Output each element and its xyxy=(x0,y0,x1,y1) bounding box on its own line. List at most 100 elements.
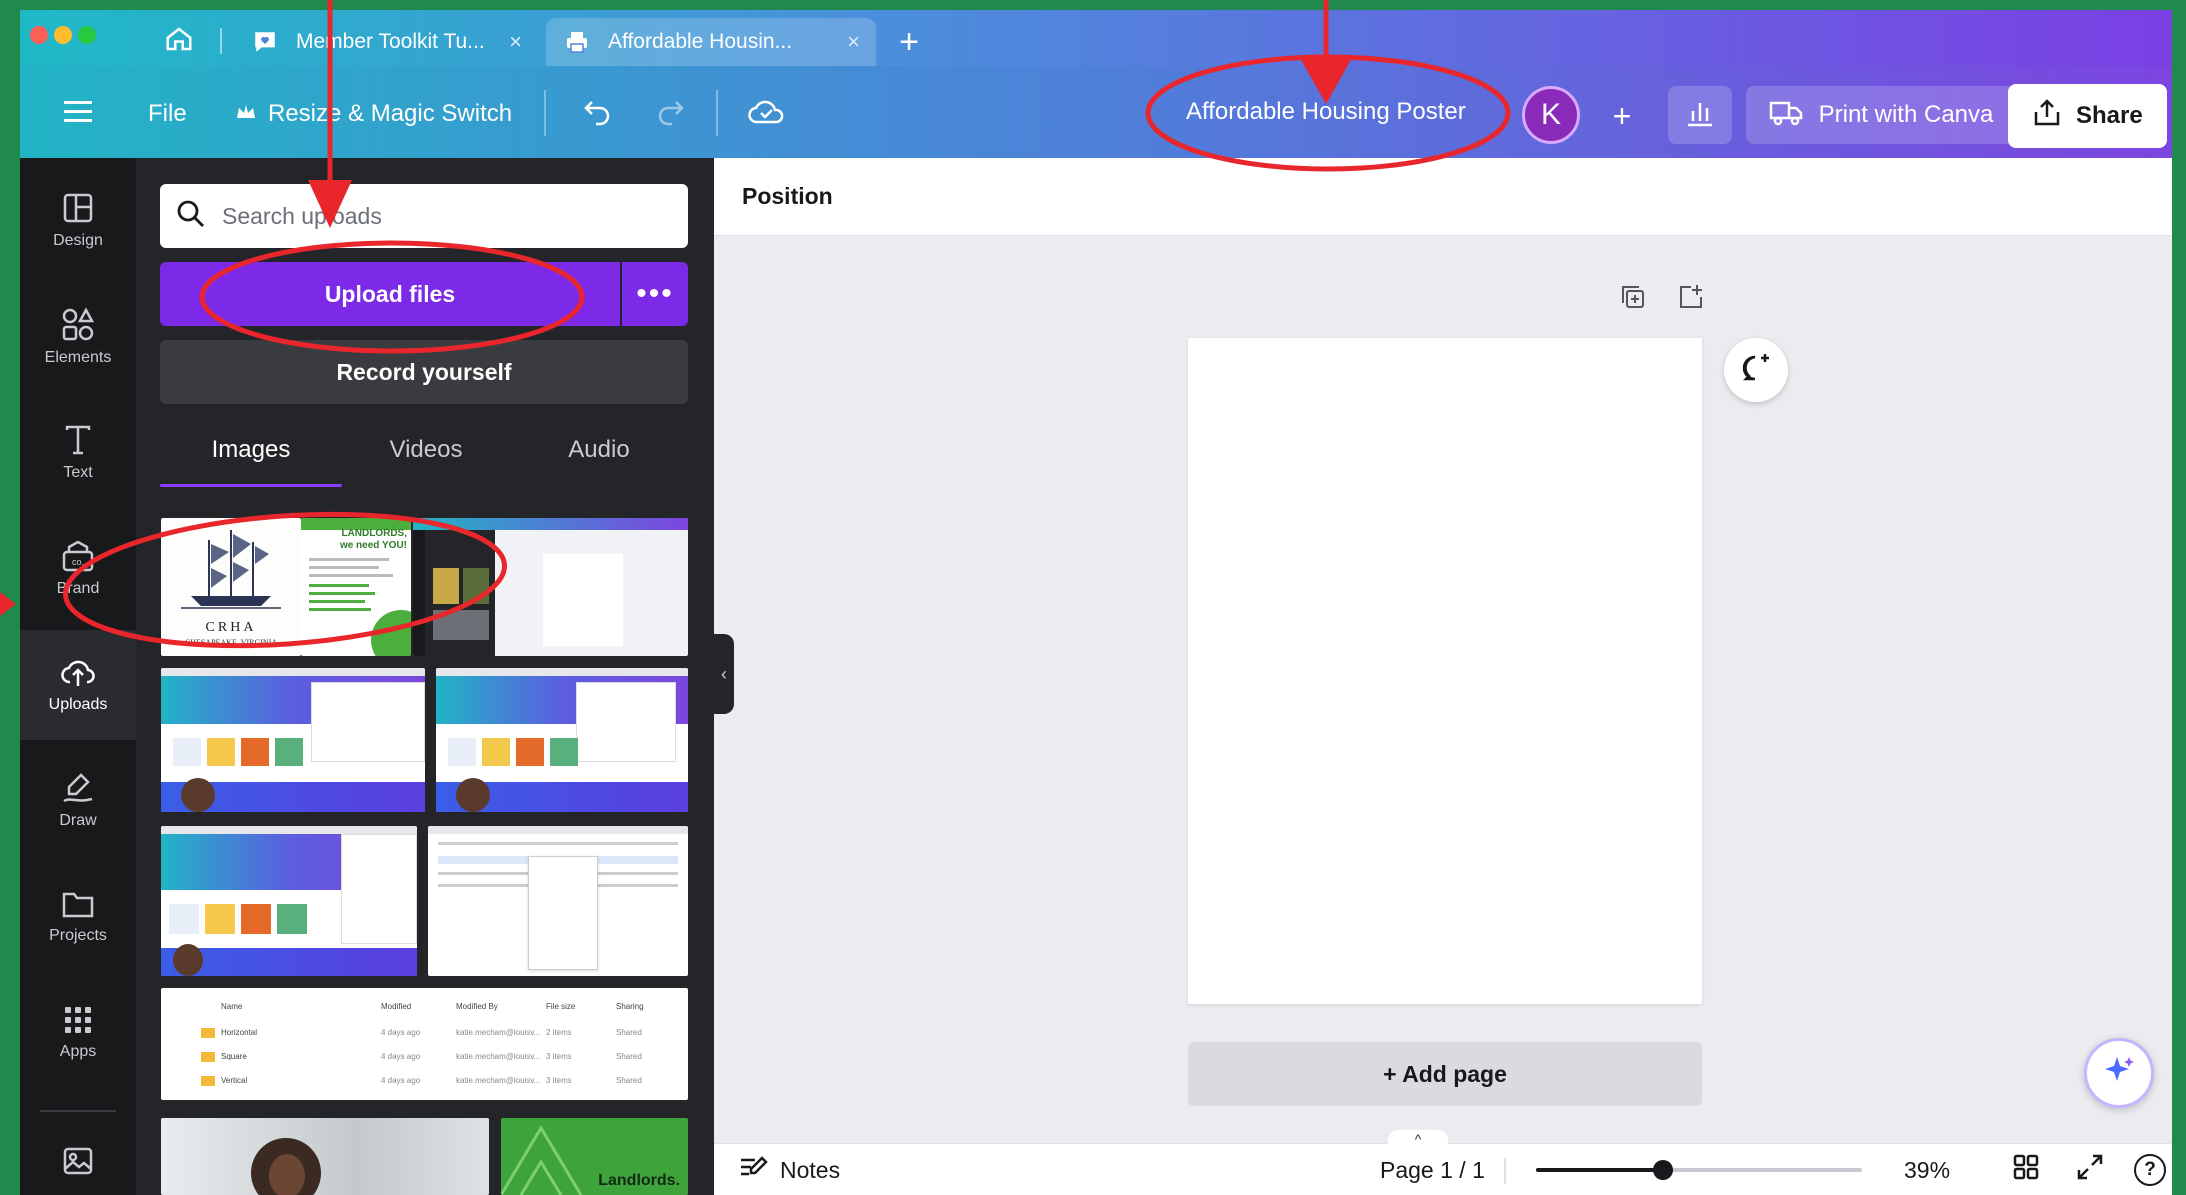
duplicate-icon xyxy=(1619,283,1647,316)
cloud-upload-icon xyxy=(61,660,95,686)
design-title[interactable]: Affordable Housing Poster xyxy=(1186,88,1466,136)
close-window-button[interactable] xyxy=(30,26,48,44)
search-input[interactable] xyxy=(222,202,662,230)
invite-button[interactable]: + xyxy=(1600,94,1644,138)
file-row-size: 2 items xyxy=(546,1028,572,1037)
print-with-canva-button[interactable]: Print with Canva xyxy=(1746,86,2016,144)
tab-close-icon[interactable]: × xyxy=(509,29,522,55)
browser-tab-member-toolkit[interactable]: Member Toolkit Tu... × xyxy=(234,18,538,66)
share-button[interactable]: Share xyxy=(2008,84,2167,148)
pen-icon xyxy=(63,773,93,803)
user-avatar[interactable]: K xyxy=(1522,86,1580,144)
zoom-percent[interactable]: 39% xyxy=(1904,1144,1950,1195)
save-status-button[interactable] xyxy=(742,90,790,138)
upload-options-button[interactable]: ••• xyxy=(622,262,688,326)
rail-item-design[interactable]: Design xyxy=(20,166,136,276)
tab-label: Affordable Housin... xyxy=(608,30,793,53)
grid-view-button[interactable] xyxy=(2012,1144,2040,1195)
rail-item-apps[interactable]: Apps xyxy=(20,978,136,1088)
upload-thumbnail-file-list[interactable]: Name Modified Modified By File size Shar… xyxy=(161,988,688,1100)
tab-images[interactable]: Images xyxy=(160,422,342,478)
add-page-icon-button[interactable] xyxy=(1672,280,1710,318)
design-page[interactable] xyxy=(1188,338,1702,1004)
help-button[interactable]: ? xyxy=(2134,1144,2166,1195)
magic-assistant-button[interactable] xyxy=(2084,1038,2154,1108)
tab-label: Member Toolkit Tu... xyxy=(296,30,485,53)
file-menu-button[interactable]: File xyxy=(148,92,187,136)
rail-item-label: Brand xyxy=(56,580,100,597)
home-tab-button[interactable] xyxy=(160,22,198,60)
upload-thumbnail-landlords-tile[interactable]: Landlords. xyxy=(501,1118,688,1195)
rail-item-draw[interactable]: Draw xyxy=(20,746,136,856)
redo-icon xyxy=(654,98,686,131)
zoom-slider-handle[interactable] xyxy=(1653,1160,1674,1180)
context-toolbar: Position xyxy=(714,158,2172,236)
rail-item-label: Text xyxy=(63,464,93,481)
upload-files-button[interactable]: Upload files xyxy=(160,262,620,326)
file-row-name: Horizontal xyxy=(221,1028,258,1037)
file-row-sharing: Shared xyxy=(616,1028,642,1037)
rail-item-label: Projects xyxy=(49,927,107,944)
upload-thumbnail-crha-logo[interactable]: CRHA CHESAPEAKE, VIRGINIA xyxy=(161,518,301,656)
upload-thumbnail-person-photo[interactable] xyxy=(161,1118,489,1195)
rail-item-elements[interactable]: Elements xyxy=(20,282,136,392)
file-table-header-modified: Modified xyxy=(381,1002,412,1011)
insights-button[interactable] xyxy=(1668,86,1732,144)
uploads-panel: Upload files ••• Record yourself Images … xyxy=(136,158,714,1195)
fullscreen-button[interactable] xyxy=(2076,1144,2104,1195)
duplicate-page-button[interactable] xyxy=(1614,280,1652,318)
position-button[interactable]: Position xyxy=(742,183,833,210)
tab-audio[interactable]: Audio xyxy=(510,422,688,478)
collapse-panel-handle[interactable]: ‹ xyxy=(714,634,734,714)
browser-tab-affordable-housing[interactable]: Affordable Housin... × xyxy=(546,18,876,66)
page-indicator[interactable]: Page 1 / 1 xyxy=(1380,1144,1485,1195)
rail-item-brand[interactable]: co. Brand xyxy=(20,514,136,624)
grid-view-icon xyxy=(2012,1153,2040,1187)
file-table-header-name: Name xyxy=(221,1002,243,1011)
browser-tab-bar: Member Toolkit Tu... × Affordable Housin… xyxy=(20,10,2172,66)
rail-item-label: Design xyxy=(53,232,103,249)
rail-item-photos[interactable] xyxy=(20,1130,136,1195)
comment-plus-icon xyxy=(1739,351,1773,390)
search-box[interactable] xyxy=(160,184,688,248)
upload-thumbnail-canva-home-2[interactable] xyxy=(436,668,688,812)
sparkle-icon xyxy=(2101,1053,2137,1094)
chat-heart-icon xyxy=(250,27,280,57)
editor-footer: ^ Notes Page 1 / 1 39% ? xyxy=(714,1130,2172,1195)
main-menu-button[interactable] xyxy=(56,92,100,136)
crha-title: CRHA xyxy=(205,620,257,635)
shapes-icon xyxy=(62,307,95,341)
landlords-heading: LANDLORDS, xyxy=(341,528,407,539)
expand-icon xyxy=(2076,1153,2104,1187)
toolbar-divider xyxy=(716,90,718,136)
resize-magic-switch-button[interactable]: Resize & Magic Switch xyxy=(236,92,512,136)
rail-divider xyxy=(40,1110,116,1112)
new-tab-button[interactable]: + xyxy=(890,24,928,62)
landlords-tile-text: Landlords. xyxy=(598,1172,680,1189)
record-yourself-button[interactable]: Record yourself xyxy=(160,340,688,404)
tab-close-icon[interactable]: × xyxy=(847,29,860,55)
undo-button[interactable] xyxy=(576,92,620,136)
upload-thumbnail-landlords-flyer[interactable]: LANDLORDS, we need YOU! xyxy=(301,518,411,656)
upload-thumbnail-canva-home-1[interactable] xyxy=(161,668,425,812)
add-page-icon xyxy=(1677,283,1705,316)
upload-thumbnail-file-menu[interactable] xyxy=(428,826,688,976)
notes-button[interactable]: Notes xyxy=(738,1144,840,1195)
redo-button[interactable] xyxy=(648,92,692,136)
toolbar-divider xyxy=(544,90,546,136)
printer-icon xyxy=(562,27,592,57)
rail-item-uploads[interactable]: Uploads xyxy=(20,630,136,740)
tab-videos[interactable]: Videos xyxy=(342,422,510,478)
rail-item-text[interactable]: Text xyxy=(20,398,136,508)
upload-thumbnail-canva-home-3[interactable] xyxy=(161,826,417,976)
zoom-slider[interactable] xyxy=(1536,1160,1862,1180)
file-table-header-file-size: File size xyxy=(546,1002,576,1011)
brand-icon: co. xyxy=(62,540,94,572)
upload-thumbnail-canva-editor-screenshot[interactable] xyxy=(413,518,688,656)
add-page-button[interactable]: + Add page xyxy=(1188,1042,1702,1106)
minimize-window-button[interactable] xyxy=(54,26,72,44)
add-comment-button[interactable] xyxy=(1724,338,1788,402)
rail-item-projects[interactable]: Projects xyxy=(20,862,136,972)
maximize-window-button[interactable] xyxy=(78,26,96,44)
file-row-modified: 4 days ago xyxy=(381,1052,421,1061)
